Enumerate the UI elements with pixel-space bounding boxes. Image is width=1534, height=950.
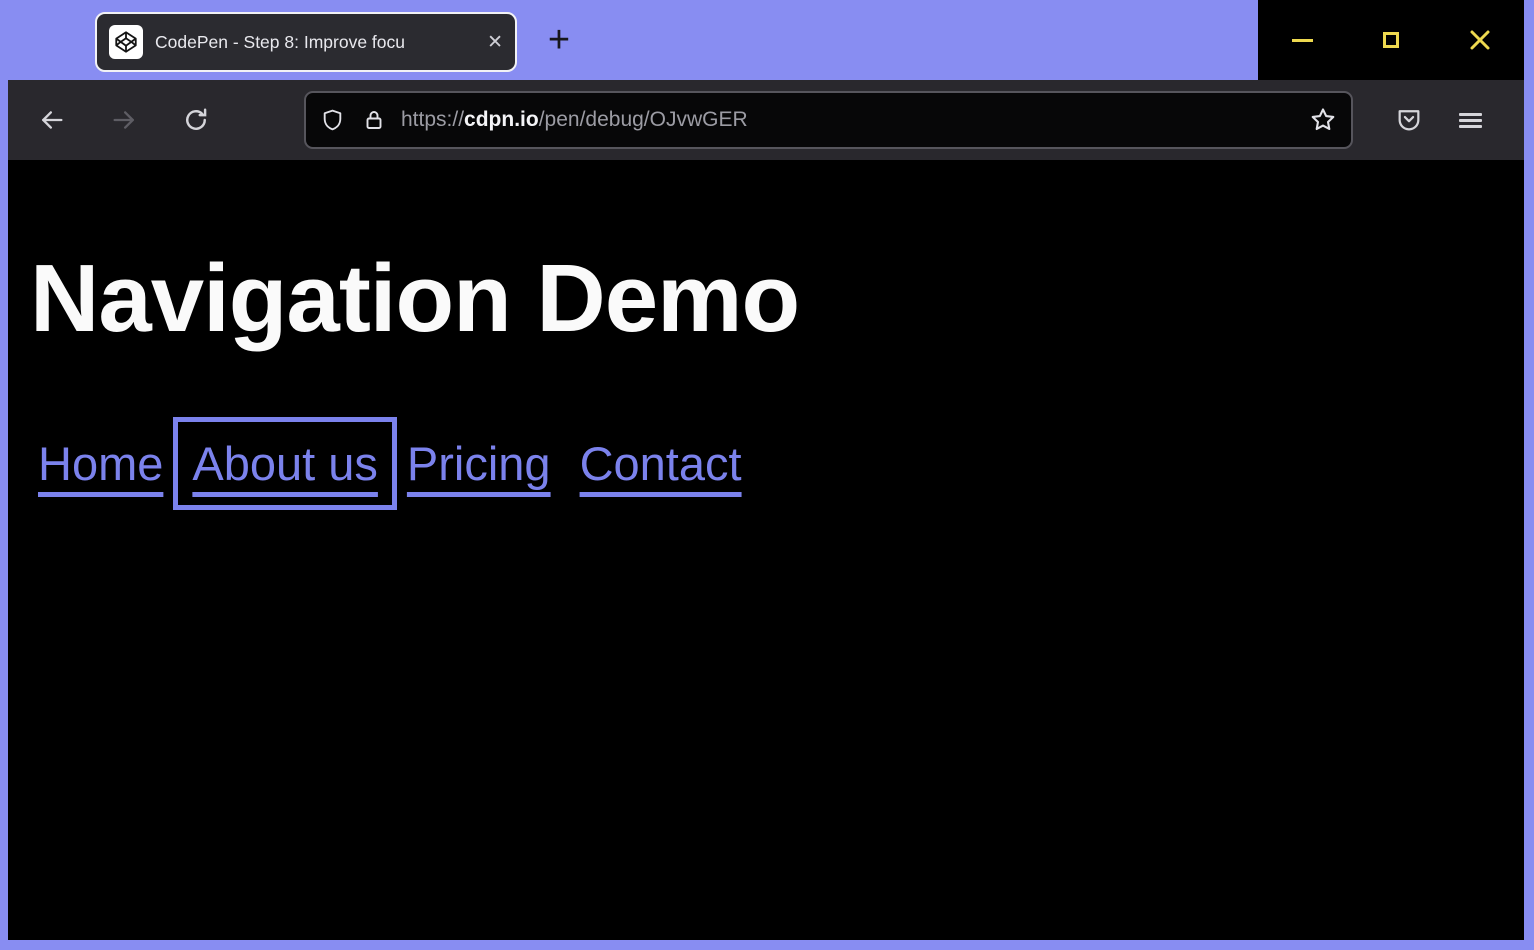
page-title: Navigation Demo <box>30 246 1524 352</box>
shield-icon[interactable] <box>320 107 345 134</box>
navigation-toolbar: https://cdpn.io/pen/debug/OJvwGER <box>8 80 1524 160</box>
pocket-icon <box>1395 106 1423 134</box>
nav-link-home[interactable]: Home <box>38 436 163 491</box>
tab-title: CodePen - Step 8: Improve focu <box>155 32 483 53</box>
reload-button[interactable] <box>182 106 210 134</box>
browser-window: CodePen - Step 8: Improve focu ✕ + <box>0 0 1534 950</box>
minimize-button[interactable] <box>1258 0 1347 80</box>
codepen-favicon-icon <box>109 25 143 59</box>
url-scheme: https:// <box>401 108 464 131</box>
back-button[interactable] <box>38 106 66 134</box>
url-text: https://cdpn.io/pen/debug/OJvwGER <box>401 108 748 132</box>
star-icon[interactable] <box>1309 106 1337 134</box>
pocket-button[interactable] <box>1395 106 1423 134</box>
hamburger-icon <box>1459 110 1482 131</box>
page-content: Navigation Demo Home About us Pricing Co… <box>8 160 1524 940</box>
url-domain: cdpn.io <box>464 108 539 131</box>
nav-link-about-us[interactable]: About us <box>192 436 378 491</box>
tab-close-icon[interactable]: ✕ <box>487 33 503 52</box>
url-path: /pen/debug/OJvwGER <box>539 108 748 131</box>
close-icon <box>1469 29 1491 51</box>
lock-icon[interactable] <box>362 107 386 133</box>
minimize-icon <box>1292 39 1313 42</box>
reload-icon <box>182 106 210 134</box>
nav-link-pricing[interactable]: Pricing <box>407 436 551 491</box>
menu-button[interactable] <box>1459 110 1482 131</box>
url-bar[interactable]: https://cdpn.io/pen/debug/OJvwGER <box>304 91 1353 149</box>
site-navigation: Home About us Pricing Contact <box>38 436 1524 491</box>
back-arrow-icon <box>38 106 66 134</box>
maximize-button[interactable] <box>1347 0 1436 80</box>
new-tab-button[interactable]: + <box>538 14 580 66</box>
active-tab[interactable]: CodePen - Step 8: Improve focu ✕ <box>95 12 517 72</box>
close-button[interactable] <box>1435 0 1524 80</box>
maximize-icon <box>1383 32 1399 48</box>
window-controls <box>1258 0 1524 80</box>
forward-arrow-icon <box>110 106 138 134</box>
nav-link-contact[interactable]: Contact <box>580 436 742 491</box>
tab-bar: CodePen - Step 8: Improve focu ✕ + <box>0 0 1534 80</box>
forward-button[interactable] <box>110 106 138 134</box>
